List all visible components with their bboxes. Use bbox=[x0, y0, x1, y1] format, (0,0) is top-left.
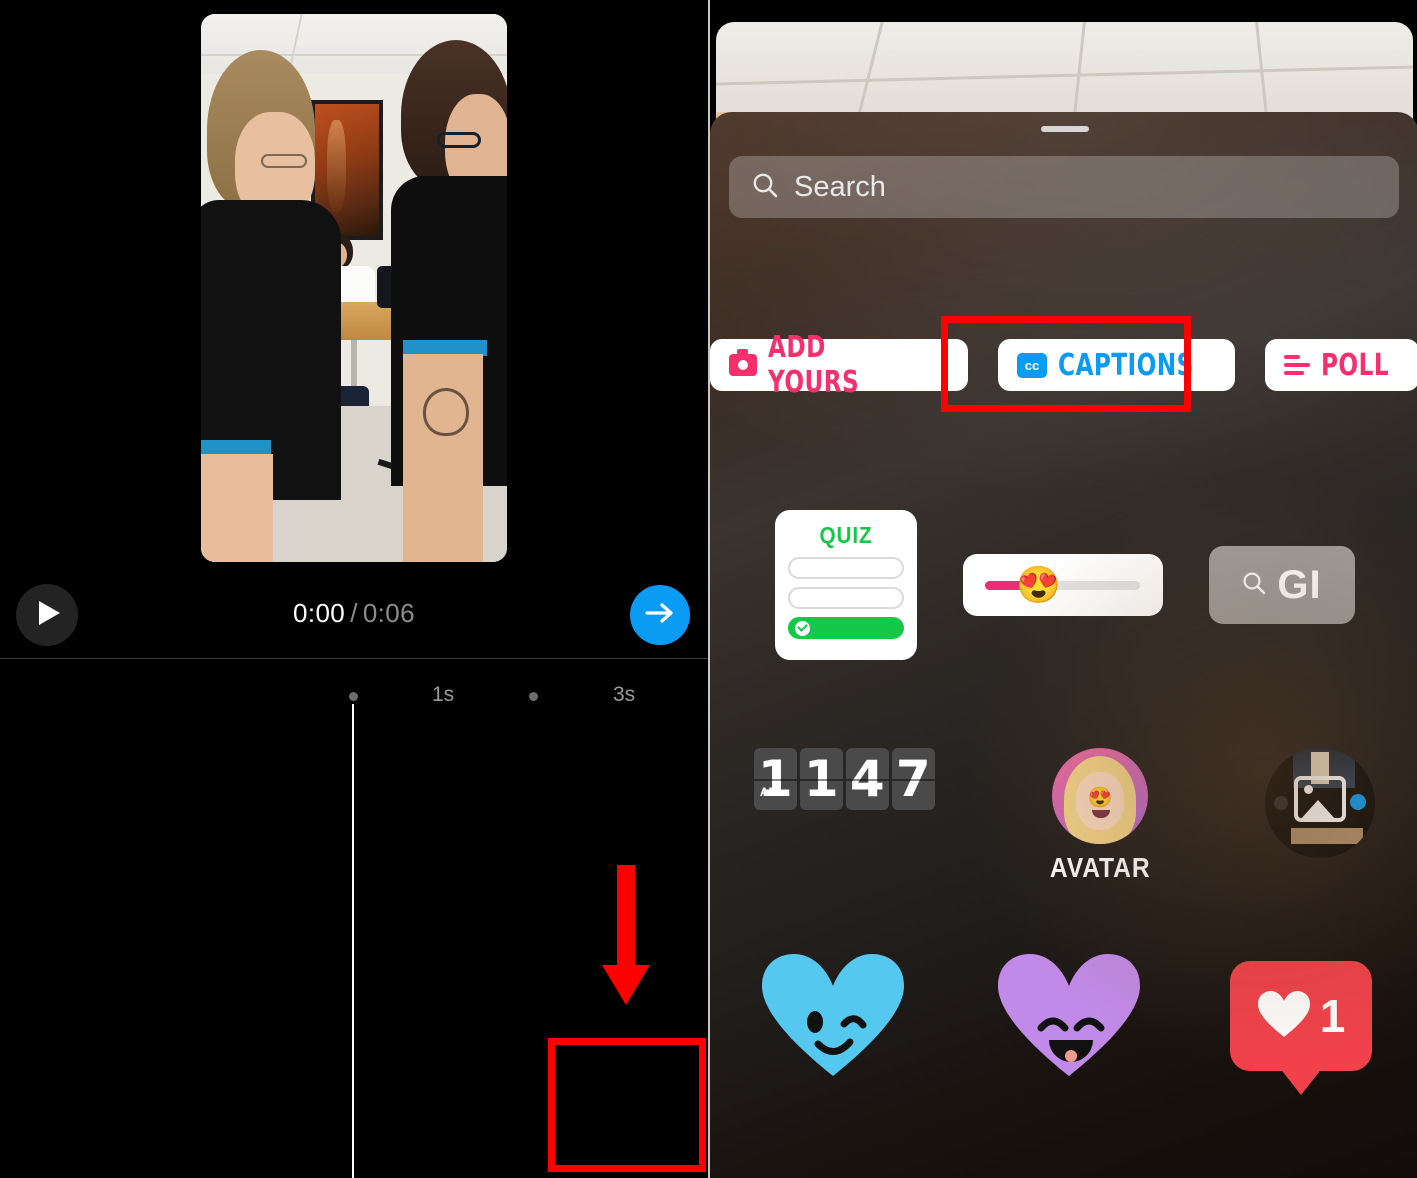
screenshot-root: 0:00/0:06 1s 3s Search ADD YOURS cc CAPT… bbox=[0, 0, 1417, 1178]
video-frame-image bbox=[201, 14, 507, 562]
clock-meridiem: AM bbox=[759, 785, 779, 799]
ruler-tick-dot bbox=[349, 692, 358, 701]
quiz-title: QUIZ bbox=[818, 522, 873, 548]
ruler-tick-label-1s: 1s bbox=[432, 683, 455, 706]
avatar-eyes: 😍 bbox=[1087, 787, 1113, 809]
cc-icon: cc bbox=[1017, 352, 1047, 378]
time-separator: / bbox=[350, 598, 358, 628]
search-icon bbox=[751, 171, 779, 204]
total-time: 0:06 bbox=[362, 598, 416, 628]
clock-digit: 7 bbox=[891, 748, 935, 810]
clock-digit: 1 bbox=[799, 748, 843, 810]
quiz-slider-gif-row: QUIZ 😍 GI bbox=[710, 510, 1417, 660]
action-pill-row: ADD YOURS cc CAPTIONS POLL bbox=[710, 330, 1417, 400]
timeline-ruler: 1s 3s bbox=[0, 680, 708, 712]
clock-digit: 4 bbox=[845, 748, 889, 810]
heart-smile-sticker[interactable] bbox=[994, 952, 1144, 1080]
add-yours-label: ADD YOURS bbox=[768, 330, 860, 400]
ruler-tick-label-3s: 3s bbox=[613, 683, 636, 706]
time-readout: 0:00/0:06 bbox=[0, 598, 708, 629]
drag-handle[interactable] bbox=[1040, 126, 1089, 132]
avatar-sticker[interactable]: 😍 AVATAR bbox=[1043, 748, 1157, 884]
playhead[interactable] bbox=[352, 704, 354, 1178]
clock-digit: 1 bbox=[753, 748, 797, 810]
quiz-option-correct[interactable] bbox=[787, 617, 904, 639]
quiz-sticker[interactable]: QUIZ bbox=[774, 510, 917, 660]
avatar-label: AVATAR bbox=[1049, 852, 1151, 883]
gif-sticker[interactable]: GI bbox=[1208, 546, 1355, 624]
quiz-option[interactable] bbox=[787, 587, 904, 609]
video-preview[interactable] bbox=[201, 14, 507, 562]
search-placeholder: Search bbox=[794, 170, 886, 203]
media-sticker[interactable] bbox=[1265, 748, 1376, 858]
quiz-option[interactable] bbox=[787, 557, 904, 579]
hearts-row: 1 bbox=[710, 952, 1417, 1080]
clock-avatar-media-row: AM 1 1 4 7 😍 AVATAR bbox=[710, 748, 1417, 884]
camera-icon bbox=[729, 349, 757, 376]
next-button[interactable] bbox=[630, 585, 690, 645]
heart-icon bbox=[1256, 989, 1312, 1044]
sticker-tray-sheet: Search ADD YOURS cc CAPTIONS POLL QUIZ 😍… bbox=[710, 112, 1417, 1178]
gif-label: GI bbox=[1277, 562, 1322, 607]
current-time: 0:00 bbox=[292, 598, 346, 628]
slider-track[interactable] bbox=[985, 580, 1140, 590]
like-count: 1 bbox=[1319, 990, 1346, 1042]
video-editor-panel: 0:00/0:06 1s 3s bbox=[0, 0, 708, 1178]
avatar: 😍 bbox=[1051, 748, 1148, 844]
photo-icon bbox=[1294, 775, 1347, 822]
ruler-tick-dot bbox=[529, 692, 538, 701]
emoji-slider-sticker[interactable]: 😍 bbox=[962, 554, 1163, 616]
video-preview-area: 0:00/0:06 bbox=[0, 0, 708, 659]
captions-label: CAPTIONS bbox=[1058, 347, 1194, 383]
slider-emoji: 😍 bbox=[1016, 564, 1061, 605]
search-icon bbox=[1241, 570, 1267, 601]
arrow-right-icon bbox=[645, 601, 675, 630]
like-count-sticker[interactable]: 1 bbox=[1229, 961, 1372, 1071]
poll-bars-icon bbox=[1283, 355, 1310, 375]
timeline[interactable]: 1s 3s Tap on a track to trim. Pinch to z… bbox=[0, 660, 708, 1178]
captions-button[interactable]: cc CAPTIONS bbox=[998, 339, 1235, 391]
heart-wink-sticker[interactable] bbox=[758, 952, 908, 1080]
sticker-tray-panel: Search ADD YOURS cc CAPTIONS POLL QUIZ 😍… bbox=[708, 0, 1417, 1178]
poll-label: POLL bbox=[1320, 347, 1389, 383]
poll-button[interactable]: POLL bbox=[1264, 339, 1417, 391]
check-icon bbox=[794, 620, 810, 636]
add-yours-button[interactable]: ADD YOURS bbox=[710, 330, 968, 400]
search-input[interactable]: Search bbox=[729, 156, 1399, 218]
clock-sticker[interactable]: AM 1 1 4 7 bbox=[753, 748, 935, 810]
